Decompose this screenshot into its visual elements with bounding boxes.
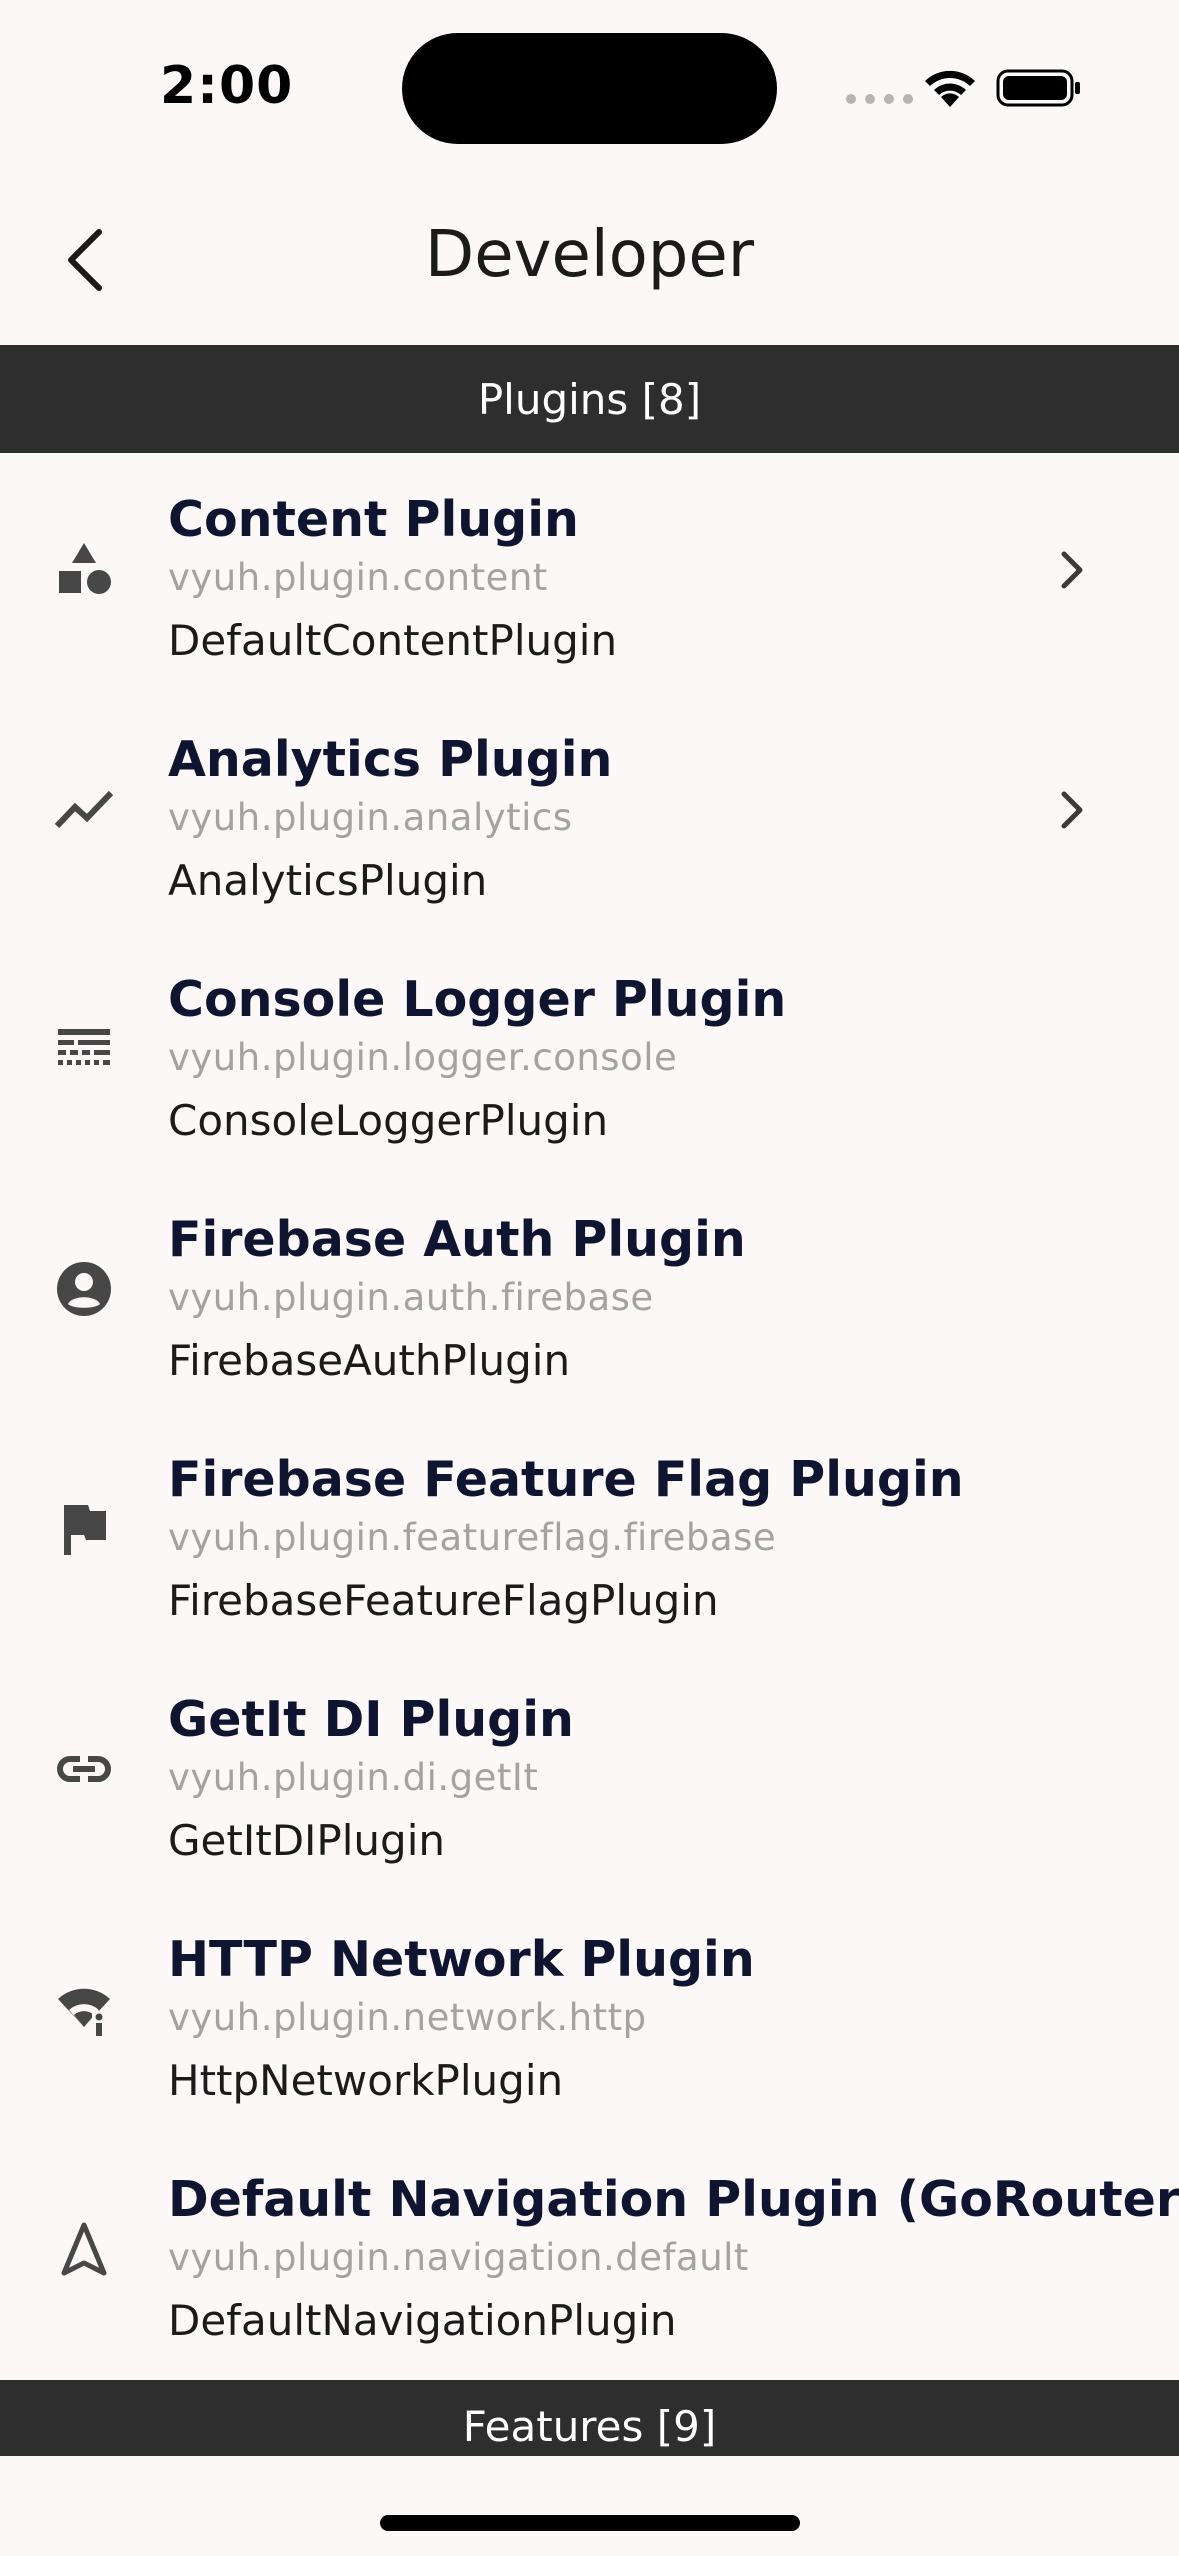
developer-screen: 2:00 Developer Plugins [8] Content Plugi… <box>0 0 1179 2556</box>
plugin-class-name: AnalyticsPlugin <box>168 856 488 905</box>
plugin-title: Console Logger Plugin <box>168 971 787 1028</box>
chevron-right-icon <box>1050 545 1094 595</box>
plugins-section-header: Plugins [8] <box>0 345 1179 453</box>
status-time: 2:00 <box>160 56 294 116</box>
plugin-class-name: HttpNetworkPlugin <box>168 2056 564 2105</box>
home-indicator[interactable] <box>380 2515 800 2531</box>
list-item-default-navigation-plugin[interactable]: Default Navigation Plugin (GoRouter) vyu… <box>0 2133 1179 2373</box>
plugin-class-name: GetItDIPlugin <box>168 1816 445 1865</box>
cellular-signal-icon <box>846 94 913 104</box>
navigation-arrow-icon <box>52 2217 116 2281</box>
plugin-id: vyuh.plugin.logger.console <box>168 1036 678 1079</box>
plugin-id: vyuh.plugin.analytics <box>168 796 573 839</box>
home-indicator-area <box>0 2456 1179 2556</box>
plugin-class-name: FirebaseAuthPlugin <box>168 1336 571 1385</box>
category-shapes-icon <box>52 537 116 601</box>
list-item-getit-di-plugin[interactable]: GetIt DI Plugin vyuh.plugin.di.getIt Get… <box>0 1653 1179 1893</box>
plugin-id: vyuh.plugin.di.getIt <box>168 1756 539 1799</box>
list-item-http-network-plugin[interactable]: HTTP Network Plugin vyuh.plugin.network.… <box>0 1893 1179 2133</box>
list-item-content-plugin[interactable]: Content Plugin vyuh.plugin.content Defau… <box>0 453 1179 693</box>
plugin-title: Default Navigation Plugin (GoRouter) <box>168 2171 1179 2228</box>
plugin-title: Firebase Auth Plugin <box>168 1211 746 1268</box>
app-bar: Developer <box>0 170 1179 345</box>
trending-line-icon <box>52 777 116 841</box>
account-circle-icon <box>52 1257 116 1321</box>
plugin-class-name: FirebaseFeatureFlagPlugin <box>168 1576 719 1625</box>
status-bar: 2:00 <box>0 0 1179 170</box>
plugin-list: Content Plugin vyuh.plugin.content Defau… <box>0 453 1179 2373</box>
dynamic-island <box>402 33 777 144</box>
list-item-console-logger-plugin[interactable]: Console Logger Plugin vyuh.plugin.logger… <box>0 933 1179 1173</box>
list-item-analytics-plugin[interactable]: Analytics Plugin vyuh.plugin.analytics A… <box>0 693 1179 933</box>
features-section-label: Features [9] <box>462 2402 717 2451</box>
plugin-title: Firebase Feature Flag Plugin <box>168 1451 964 1508</box>
link-icon <box>52 1737 116 1801</box>
list-item-firebase-auth-plugin[interactable]: Firebase Auth Plugin vyuh.plugin.auth.fi… <box>0 1173 1179 1413</box>
plugin-title: Analytics Plugin <box>168 731 613 788</box>
plugin-class-name: ConsoleLoggerPlugin <box>168 1096 609 1145</box>
plugin-title: GetIt DI Plugin <box>168 1691 574 1748</box>
chevron-right-icon <box>1050 785 1094 835</box>
logs-icon <box>52 1017 116 1081</box>
plugin-id: vyuh.plugin.network.http <box>168 1996 647 2039</box>
plugin-class-name: DefaultNavigationPlugin <box>168 2296 677 2345</box>
list-item-firebase-feature-flag-plugin[interactable]: Firebase Feature Flag Plugin vyuh.plugin… <box>0 1413 1179 1653</box>
plugin-id: vyuh.plugin.navigation.default <box>168 2236 749 2279</box>
network-wifi-icon <box>52 1977 116 2041</box>
flag-icon <box>52 1497 116 1561</box>
plugin-id: vyuh.plugin.auth.firebase <box>168 1276 654 1319</box>
page-title: Developer <box>424 218 755 292</box>
plugin-title: Content Plugin <box>168 491 579 548</box>
plugin-id: vyuh.plugin.content <box>168 556 548 599</box>
plugin-class-name: DefaultContentPlugin <box>168 616 618 665</box>
battery-icon <box>996 69 1080 107</box>
plugin-id: vyuh.plugin.featureflag.firebase <box>168 1516 777 1559</box>
wifi-icon <box>925 70 975 107</box>
plugin-title: HTTP Network Plugin <box>168 1931 755 1988</box>
